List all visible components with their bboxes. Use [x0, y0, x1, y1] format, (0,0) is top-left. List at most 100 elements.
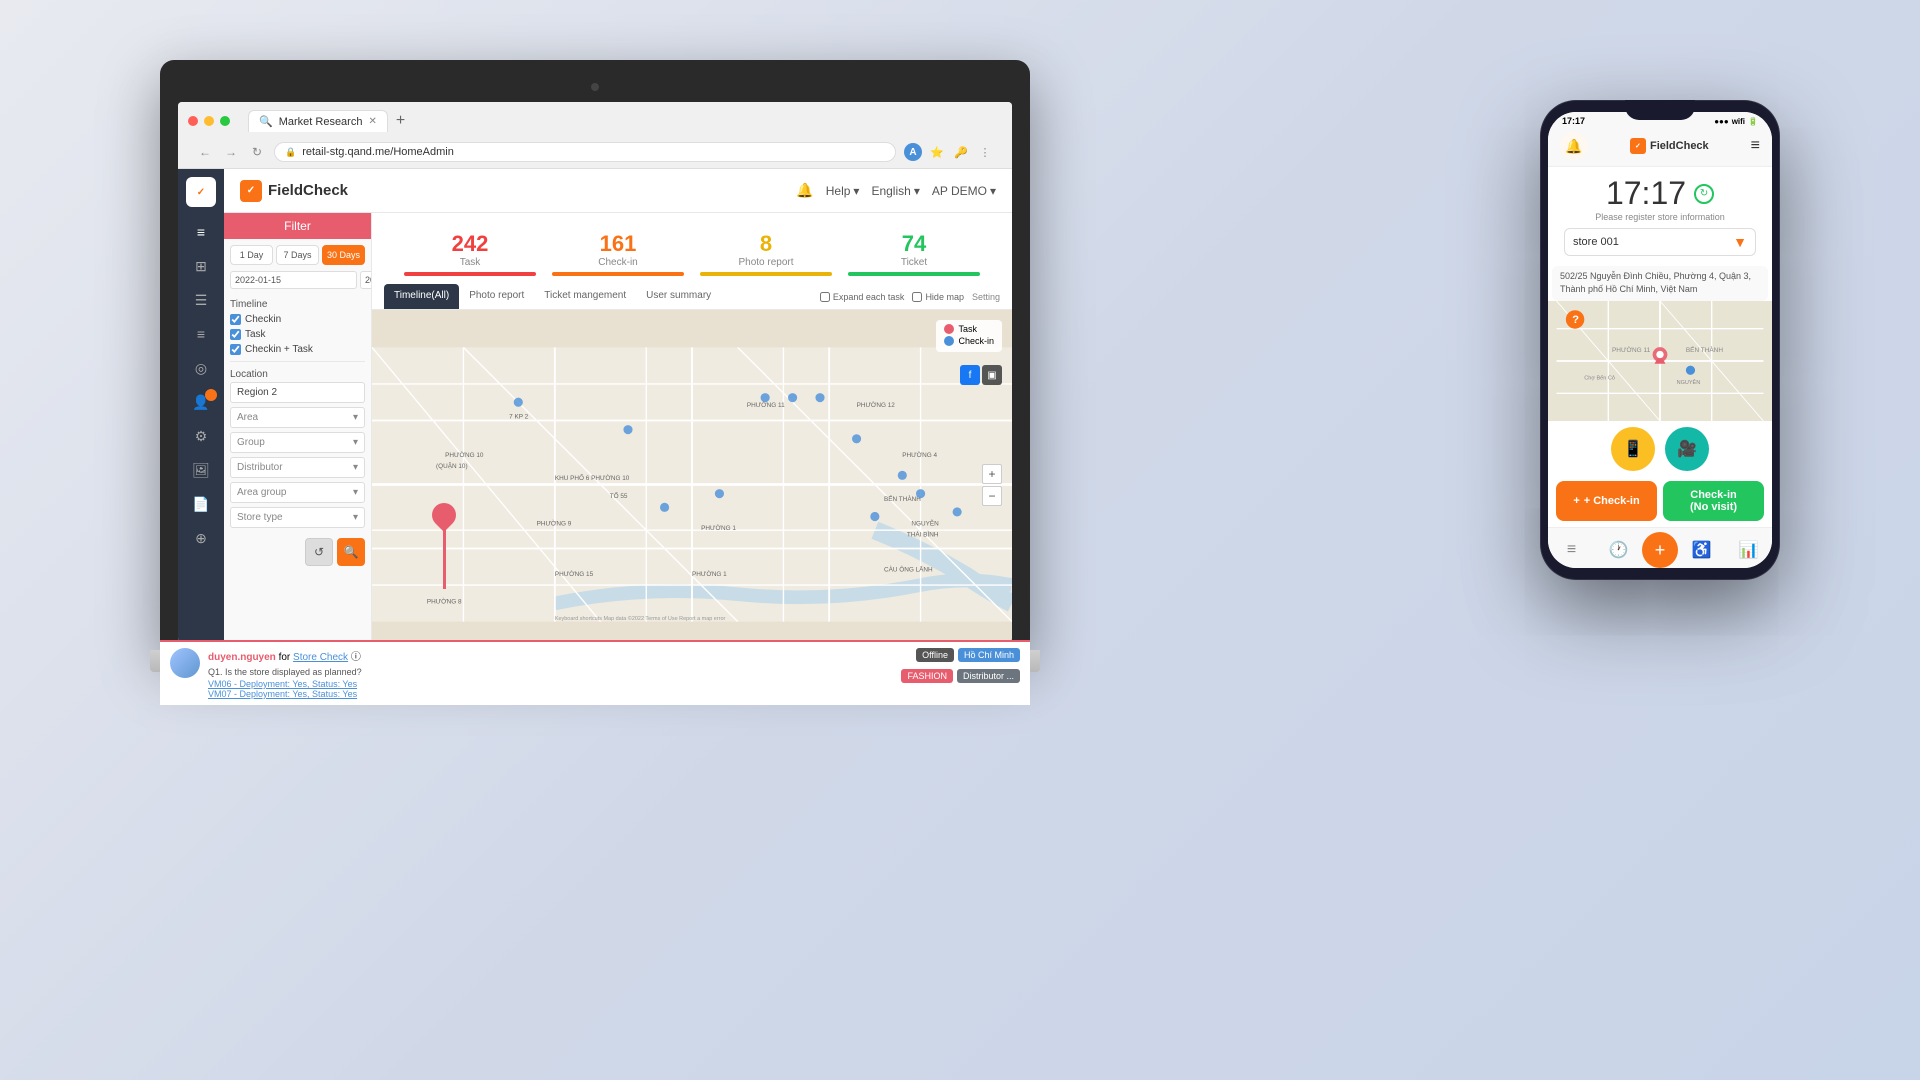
tab-timeline-all[interactable]: Timeline(All)	[384, 284, 459, 309]
notification-icon-btn[interactable]: 🔔	[796, 182, 813, 199]
timeline-connector	[443, 529, 446, 589]
forward-button[interactable]: →	[222, 143, 240, 161]
hide-map-checkbox[interactable]: Hide map	[912, 292, 964, 302]
add-icon: ⊕	[195, 530, 207, 547]
sidebar-item-settings[interactable]: ⚙	[183, 421, 219, 451]
map-share-buttons: f ▣	[960, 365, 1002, 385]
phone-nav-accessibility[interactable]: ♿	[1678, 540, 1725, 560]
phone-nav-history[interactable]: 🕐	[1595, 540, 1642, 560]
phone-action-photo[interactable]: 🎥	[1665, 427, 1709, 471]
share-other-button[interactable]: ▣	[982, 365, 1002, 385]
setting-link[interactable]: Setting	[972, 292, 1000, 302]
settings-icon: ⚙	[195, 428, 208, 445]
sidebar-item-chart[interactable]: ≡	[183, 319, 219, 349]
battery-icon: 🔋	[1748, 117, 1758, 126]
svg-text:Chợ Bến Cỏ: Chợ Bến Cỏ	[1584, 375, 1615, 382]
checkin-label: Check-in	[552, 257, 684, 268]
language-chevron: ▾	[914, 184, 920, 198]
tab-photo-report[interactable]: Photo report	[459, 284, 534, 309]
location-pin-red	[427, 498, 461, 532]
sidebar-item-users[interactable]: 👤	[183, 387, 219, 417]
checkin-button[interactable]: + + Check-in	[1556, 481, 1657, 521]
legend-task: Task	[944, 324, 994, 334]
back-button[interactable]: ←	[196, 143, 214, 161]
phone-store-select[interactable]: store 001 ▼	[1564, 228, 1756, 256]
expand-task-checkbox[interactable]: Expand each task	[820, 292, 905, 302]
refresh-circle-icon[interactable]: ↻	[1694, 184, 1714, 204]
filter-header: Filter	[224, 213, 371, 239]
photo-report-value: 8	[700, 231, 832, 257]
distributor-dropdown[interactable]: Distributor ▾	[230, 457, 365, 478]
sidebar-item-dashboard[interactable]: ⊞	[183, 251, 219, 281]
phone-nav-list[interactable]: ≡	[1548, 541, 1595, 559]
svg-text:NGUYỄN: NGUYỄN	[911, 519, 939, 528]
tab-close-button[interactable]: ✕	[368, 116, 376, 127]
map-controls: + −	[982, 464, 1002, 506]
sidebar-item-docs[interactable]: 📄	[183, 489, 219, 519]
group-dropdown[interactable]: Group ▾	[230, 432, 365, 453]
phone-nav-chart[interactable]: 📊	[1725, 540, 1772, 560]
svg-text:PHƯỜNG 4: PHƯỜNG 4	[902, 450, 937, 459]
phone-menu-icon[interactable]: ≡	[1751, 137, 1760, 155]
date-start-input[interactable]	[230, 271, 357, 289]
period-7days[interactable]: 7 Days	[276, 245, 319, 265]
checkin-checkbox[interactable]	[230, 314, 241, 325]
help-menu[interactable]: Help ▾	[826, 184, 860, 198]
task-label: Task	[404, 257, 536, 268]
profile-icon[interactable]: A	[904, 143, 922, 161]
share-facebook-button[interactable]: f	[960, 365, 980, 385]
sidebar-item-location[interactable]: ◎	[183, 353, 219, 383]
bookmark-icon[interactable]: ⭐	[928, 143, 946, 161]
area-group-label: Area group	[237, 487, 286, 498]
checkin-plus-icon: +	[1573, 495, 1579, 507]
tab-user-summary[interactable]: User summary	[636, 284, 721, 309]
tab-ticket-management[interactable]: Ticket mangement	[534, 284, 636, 309]
extension-icon[interactable]: 🔑	[952, 143, 970, 161]
period-1day[interactable]: 1 Day	[230, 245, 273, 265]
browser-close-dot[interactable]	[188, 116, 198, 126]
location-input[interactable]: Region 2	[230, 382, 365, 403]
checkin-novisit-button[interactable]: Check-in(No visit)	[1663, 481, 1764, 521]
phone-bell-icon[interactable]: 🔔	[1560, 132, 1588, 160]
phone-action-task[interactable]: 📱	[1611, 427, 1655, 471]
store-type-chevron: ▾	[353, 512, 358, 523]
sidebar-item-gallery[interactable]: 🖼	[183, 455, 219, 485]
location-label: Location	[224, 366, 371, 382]
ticket-value: 74	[848, 231, 980, 257]
svg-text:PHƯỜNG 1: PHƯỜNG 1	[701, 523, 736, 532]
laptop-bezel: 🔍 Market Research ✕ + ← → ↻ 🔒	[160, 60, 1030, 650]
checkin-card: duyen.nguyen for Store Check ⓘ Q1. Is th…	[372, 640, 1012, 642]
refresh-button[interactable]: ↻	[248, 143, 266, 161]
ticket-label: Ticket	[848, 257, 980, 268]
demo-menu[interactable]: AP DEMO ▾	[932, 184, 996, 198]
sidebar-item-toggle[interactable]: ≡	[183, 217, 219, 247]
checkin-task-checkbox[interactable]	[230, 344, 241, 355]
task-checkbox[interactable]	[230, 329, 241, 340]
nav-menu-items: 🔔 Help ▾ English ▾	[796, 182, 996, 199]
reset-filter-button[interactable]: ↺	[305, 538, 333, 566]
new-tab-button[interactable]: +	[396, 112, 405, 130]
brand-icon: ✓	[240, 180, 262, 202]
legend-checkin: Check-in	[944, 336, 994, 346]
browser-maximize-dot[interactable]	[220, 116, 230, 126]
zoom-out-button[interactable]: −	[982, 486, 1002, 506]
area-group-dropdown[interactable]: Area group ▾	[230, 482, 365, 503]
phone-address: 502/25 Nguyễn Đình Chiều, Phường 4, Quận…	[1552, 266, 1768, 301]
more-options-icon[interactable]: ⋮	[976, 143, 994, 161]
period-30days[interactable]: 30 Days	[322, 245, 365, 265]
zoom-in-button[interactable]: +	[982, 464, 1002, 484]
brand: ✓ FieldCheck	[240, 180, 348, 202]
search-filter-button[interactable]: 🔍	[337, 538, 365, 566]
date-end-input[interactable]	[360, 271, 372, 289]
language-menu[interactable]: English ▾	[871, 184, 919, 198]
address-bar[interactable]: 🔒 retail-stg.qand.me/HomeAdmin	[274, 142, 896, 162]
sidebar-item-list[interactable]: ☰	[183, 285, 219, 315]
phone-brand-icon: ✓	[1630, 138, 1646, 154]
area-dropdown[interactable]: Area ▾	[230, 407, 365, 428]
browser-minimize-dot[interactable]	[204, 116, 214, 126]
sidebar-item-add[interactable]: ⊕	[183, 523, 219, 553]
browser-tab-active[interactable]: 🔍 Market Research ✕	[248, 110, 388, 132]
store-type-dropdown[interactable]: Store type ▾	[230, 507, 365, 528]
phone-nav-add[interactable]: +	[1642, 532, 1678, 568]
wifi-icon: wifi	[1732, 117, 1745, 126]
